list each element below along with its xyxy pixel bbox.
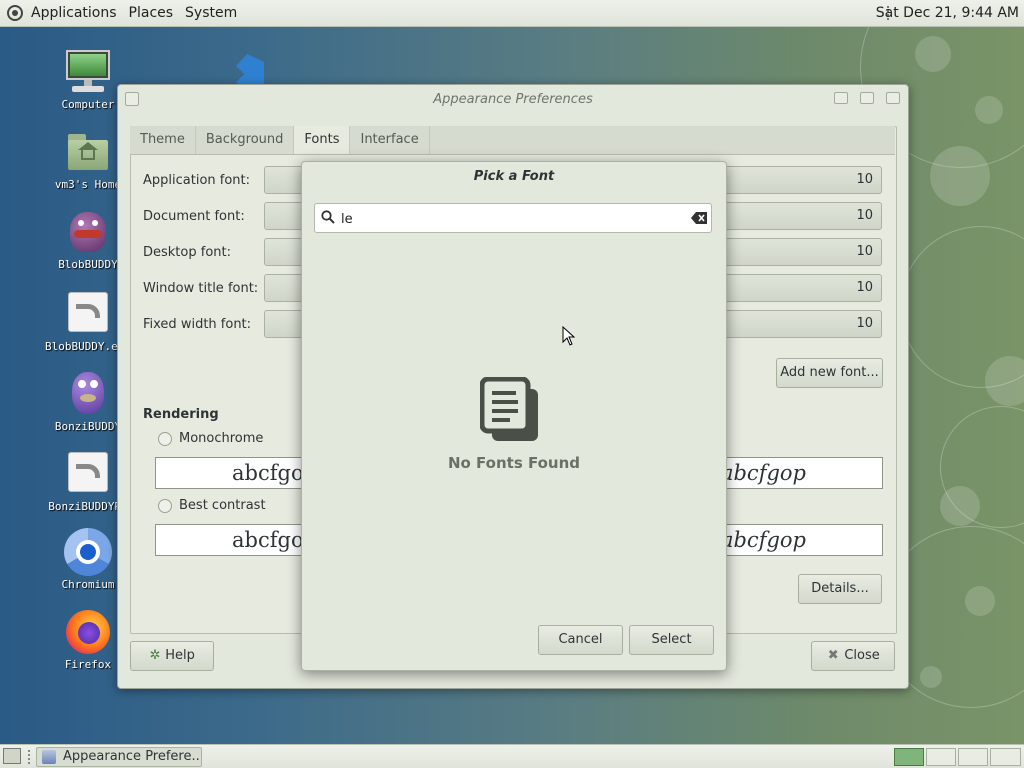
vscode-icon[interactable] — [222, 50, 266, 84]
appearance-app-icon — [42, 750, 56, 764]
blobbuddy-icon — [64, 208, 112, 256]
dialog-title: Pick a Font — [473, 169, 555, 184]
font-size-value: 10 — [856, 316, 873, 331]
close-label: Close — [844, 648, 880, 663]
font-size-value: 10 — [856, 244, 873, 259]
rendering-title: Rendering — [143, 407, 219, 422]
font-search-box[interactable] — [314, 203, 712, 233]
screen: Applications Places System Sat Dec 21, 9… — [0, 0, 1024, 768]
window-title-font-label: Window title font: — [143, 281, 259, 296]
tab-theme[interactable]: Theme — [130, 126, 196, 154]
distro-logo-icon[interactable] — [7, 5, 23, 21]
workspace-2[interactable] — [926, 748, 956, 766]
workspace-4[interactable] — [990, 748, 1021, 766]
minimize-icon[interactable] — [834, 92, 848, 104]
shortcut-icon — [64, 450, 112, 498]
desktop-icon-label: BonziBUDDYRW — [48, 500, 128, 513]
cancel-button[interactable]: Cancel — [538, 625, 623, 655]
help-button[interactable]: ✲ Help — [130, 641, 214, 671]
desktop-icon-label: Computer — [61, 98, 115, 111]
clock[interactable]: Sat Dec 21, 9:44 AM — [876, 0, 1019, 26]
workspace-1[interactable] — [894, 748, 924, 766]
computer-icon — [64, 48, 112, 96]
desktop-icon-label: Chromium — [61, 578, 115, 591]
best-contrast-label[interactable]: Best contrast — [179, 498, 266, 513]
taskbar-appearance[interactable]: Appearance Prefere... — [36, 747, 202, 767]
font-size-value: 10 — [856, 280, 873, 295]
help-icon: ✲ — [149, 648, 161, 663]
help-label: Help — [165, 648, 195, 663]
menu-places[interactable]: Places — [123, 0, 180, 26]
font-size-value: 10 — [856, 172, 873, 187]
search-icon — [321, 210, 335, 224]
monochrome-radio[interactable] — [158, 432, 172, 446]
firefox-icon — [64, 608, 112, 656]
taskbar-item-label: Appearance Prefere... — [63, 749, 202, 764]
pick-font-dialog: Pick a Font No Fonts Found Cancel Select — [301, 161, 727, 671]
maximize-icon[interactable] — [860, 92, 874, 104]
shortcut-icon — [64, 290, 112, 338]
desktop-icon-label: vm3's Home — [54, 178, 122, 191]
desktop-font-label: Desktop font: — [143, 245, 231, 260]
chromium-icon — [64, 528, 112, 576]
top-panel: Applications Places System Sat Dec 21, 9… — [0, 0, 1024, 27]
sample-text: abcfgop — [720, 528, 806, 552]
mouse-cursor-icon — [562, 326, 576, 346]
tabs: Theme Background Fonts Interface — [130, 126, 430, 154]
font-size-value: 10 — [856, 208, 873, 223]
workspace-3[interactable] — [958, 748, 988, 766]
home-folder-icon — [64, 128, 112, 176]
fixed-width-font-label: Fixed width font: — [143, 317, 252, 332]
desktop-icon-label: BonziBUDDY — [54, 420, 122, 433]
show-desktop-icon[interactable] — [3, 748, 21, 764]
tab-interface[interactable]: Interface — [350, 126, 430, 154]
close-button[interactable]: ✖ Close — [811, 641, 895, 671]
desktop-icon-label: BlobBUDDY — [58, 258, 118, 271]
desktop-icon-label: Firefox — [64, 658, 112, 671]
panel-separator — [28, 750, 32, 764]
bonzibuddy-icon — [64, 370, 112, 418]
monochrome-label[interactable]: Monochrome — [179, 431, 263, 446]
application-font-label: Application font: — [143, 173, 251, 188]
sample-text: abcfgop — [720, 461, 806, 485]
close-icon: ✖ — [827, 648, 839, 663]
best-contrast-radio[interactable] — [158, 499, 172, 513]
select-button[interactable]: Select — [629, 625, 714, 655]
tab-fonts[interactable]: Fonts — [294, 126, 351, 154]
no-fonts-message: No Fonts Found — [447, 454, 581, 472]
close-window-icon[interactable] — [886, 92, 900, 104]
tab-background[interactable]: Background — [196, 126, 295, 154]
details-button[interactable]: Details... — [798, 574, 882, 604]
clear-search-icon[interactable] — [691, 212, 707, 224]
add-new-font-button[interactable]: Add new font... — [776, 358, 883, 388]
no-fonts-icon — [480, 377, 538, 441]
font-search-input[interactable] — [339, 207, 683, 231]
menu-applications[interactable]: Applications — [25, 0, 123, 26]
bottom-panel: Appearance Prefere... — [0, 744, 1024, 768]
window-title: Appearance Preferences — [433, 92, 593, 107]
document-font-label: Document font: — [143, 209, 245, 224]
menu-system[interactable]: System — [179, 0, 243, 26]
